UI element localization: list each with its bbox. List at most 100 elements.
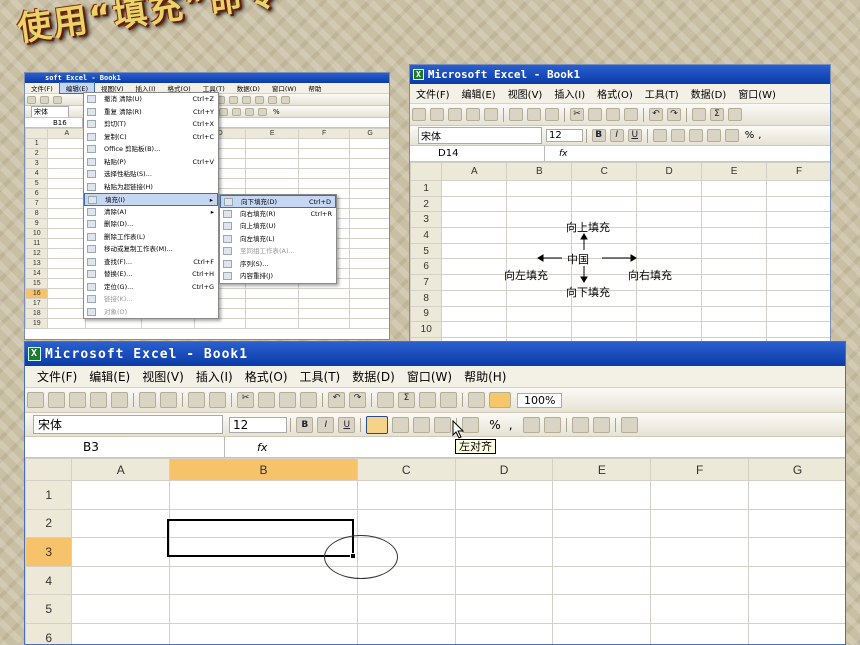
hyperlink-icon[interactable] — [377, 392, 394, 408]
cell[interactable] — [571, 305, 638, 323]
cell[interactable] — [298, 178, 351, 189]
decrease-decimal-icon[interactable] — [543, 416, 561, 433]
email-icon[interactable] — [111, 392, 128, 408]
row-header[interactable]: 2 — [25, 148, 49, 159]
cell[interactable] — [298, 148, 351, 159]
cell[interactable] — [47, 218, 87, 229]
cell[interactable] — [650, 480, 750, 510]
row-header[interactable]: 9 — [410, 305, 443, 323]
cell[interactable] — [356, 594, 456, 624]
cell[interactable] — [71, 565, 171, 596]
align-right-icon[interactable] — [688, 129, 703, 142]
column-header[interactable]: A — [47, 128, 87, 139]
align-right-icon[interactable] — [413, 416, 431, 433]
cell[interactable] — [298, 308, 351, 319]
cell[interactable] — [766, 274, 830, 291]
menu-item[interactable]: 链接(K)... — [84, 293, 218, 306]
cell[interactable] — [245, 318, 300, 329]
cell[interactable] — [701, 211, 768, 229]
chart-wizard-icon[interactable] — [468, 392, 485, 408]
cell[interactable] — [47, 188, 87, 199]
cell[interactable] — [506, 180, 573, 197]
cell[interactable] — [349, 148, 389, 159]
underline-icon[interactable]: U — [627, 129, 642, 142]
italic-icon[interactable]: I — [609, 129, 624, 142]
menu-item[interactable]: 重复 清除(R) Ctrl+Y — [84, 106, 218, 119]
menu-2[interactable]: 视图(V) — [136, 368, 190, 385]
cell[interactable] — [506, 211, 573, 229]
menu-1[interactable]: 编辑(E) — [456, 86, 502, 101]
row-header[interactable]: 2 — [410, 195, 443, 213]
cell[interactable] — [441, 274, 508, 291]
font-select[interactable]: 宋体 — [31, 106, 69, 117]
cell[interactable] — [571, 321, 638, 338]
row-header[interactable]: 19 — [25, 318, 49, 329]
redo-icon[interactable]: ↷ — [349, 392, 366, 408]
column-header[interactable]: E — [552, 458, 652, 481]
cell[interactable] — [298, 158, 351, 169]
sort-descending-icon[interactable] — [440, 392, 457, 408]
align-left-icon[interactable] — [219, 107, 228, 116]
cell[interactable] — [349, 198, 389, 209]
cell[interactable] — [636, 227, 703, 244]
cell[interactable] — [650, 622, 750, 644]
align-center-icon[interactable] — [392, 416, 410, 433]
menu-item[interactable]: 向上填充(U) — [220, 220, 336, 233]
cell[interactable] — [47, 318, 87, 329]
undo-icon[interactable] — [242, 95, 251, 104]
column-header[interactable]: C — [356, 458, 456, 481]
menu-4[interactable]: 格式(O) — [239, 368, 294, 385]
print-preview-icon[interactable] — [160, 392, 177, 408]
select-all-corner[interactable] — [25, 128, 49, 139]
currency-icon[interactable] — [724, 129, 739, 142]
menu-item[interactable]: 内容重排(J) — [220, 270, 336, 283]
cell[interactable] — [298, 318, 351, 329]
font-size-select[interactable]: 12 — [546, 129, 583, 142]
menu-4[interactable]: 格式(O) — [591, 86, 639, 101]
menu-item[interactable]: 向下填充(D) Ctrl+D — [220, 195, 336, 208]
cell[interactable] — [766, 321, 830, 338]
cell[interactable] — [441, 242, 508, 260]
permission-icon[interactable] — [90, 392, 107, 408]
print-icon[interactable] — [484, 108, 498, 121]
cell[interactable] — [636, 180, 703, 197]
cell[interactable] — [441, 321, 508, 338]
row-header[interactable]: 5 — [410, 242, 443, 260]
cell[interactable] — [349, 278, 389, 289]
save-icon[interactable] — [69, 392, 86, 408]
select-all-corner[interactable] — [410, 162, 443, 181]
row-header[interactable]: 6 — [25, 622, 73, 644]
menu-item[interactable]: 查找(F)... Ctrl+F — [84, 256, 218, 269]
undo-icon[interactable]: ↶ — [328, 392, 345, 408]
column-header[interactable]: F — [766, 162, 830, 181]
cell[interactable] — [701, 227, 768, 244]
cell[interactable] — [766, 227, 830, 244]
menu-7[interactable]: 窗口(W) — [732, 86, 782, 101]
cell[interactable] — [245, 288, 300, 299]
cell[interactable] — [245, 148, 300, 159]
cell[interactable] — [47, 248, 87, 259]
cell[interactable] — [47, 168, 87, 179]
cell[interactable] — [441, 289, 508, 307]
font-select[interactable]: 宋体 — [418, 127, 542, 144]
cell[interactable] — [701, 258, 768, 276]
menu-6[interactable]: 数据(D) — [346, 368, 401, 385]
cell[interactable] — [298, 168, 351, 179]
increase-indent-icon[interactable] — [592, 416, 610, 433]
row-header[interactable]: 1 — [25, 138, 49, 149]
open-icon[interactable] — [430, 108, 444, 121]
spelling-icon[interactable] — [527, 108, 541, 121]
borders-icon[interactable] — [620, 416, 638, 433]
cell[interactable] — [454, 537, 554, 567]
undo-icon[interactable]: ↶ — [649, 108, 663, 121]
cell[interactable] — [636, 305, 703, 323]
menu-2[interactable]: 视图(V) — [502, 86, 549, 101]
cell[interactable] — [349, 218, 389, 229]
cell[interactable] — [47, 308, 87, 319]
menu-0[interactable]: 文件(F) — [31, 368, 83, 385]
cell[interactable] — [169, 480, 358, 510]
column-header[interactable]: D — [636, 162, 703, 181]
redo-icon[interactable]: ↷ — [667, 108, 681, 121]
cell[interactable] — [701, 195, 768, 213]
new-icon[interactable] — [27, 95, 36, 104]
